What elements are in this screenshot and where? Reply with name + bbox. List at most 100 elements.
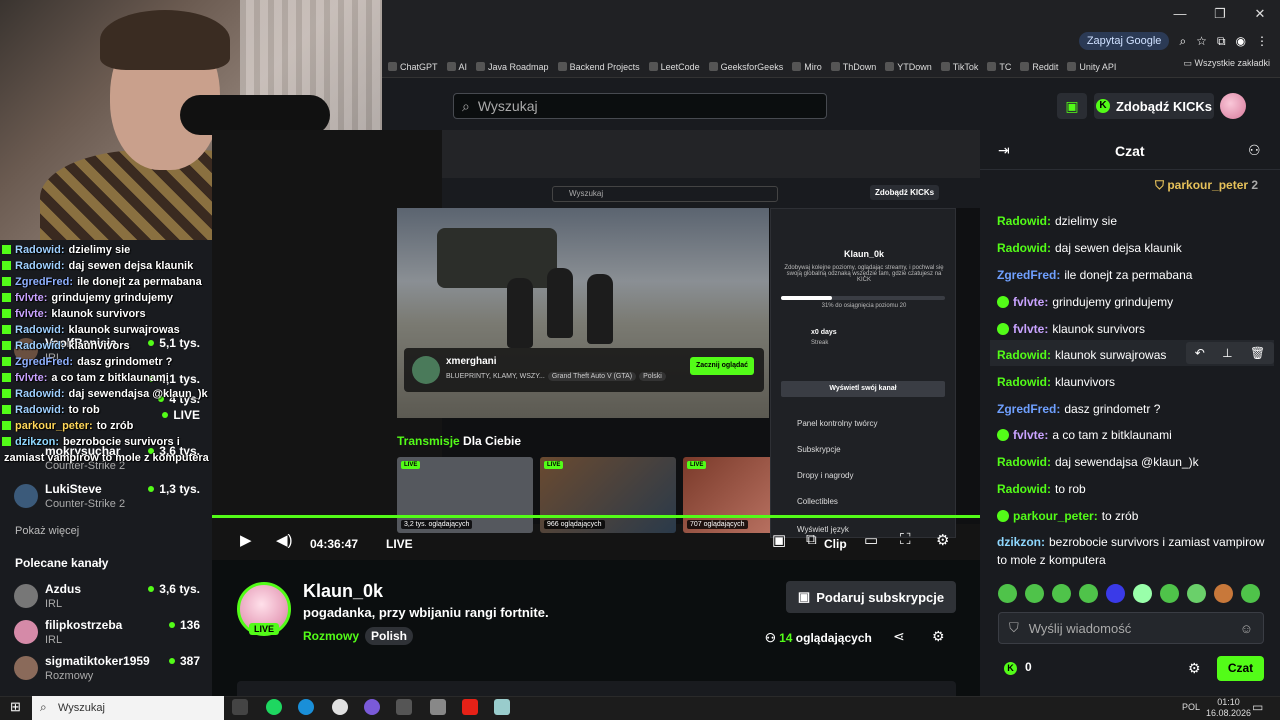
app-icon[interactable] <box>364 699 380 715</box>
app-icon[interactable] <box>494 699 510 715</box>
chat-username[interactable]: ZgredFred: <box>997 402 1060 416</box>
pip-icon[interactable]: ▣ <box>772 531 786 549</box>
channel-points[interactable]: K0 <box>1004 660 1032 675</box>
emote-icon[interactable] <box>1079 584 1098 603</box>
chat-username[interactable]: Radowid: <box>997 375 1051 389</box>
bookmark-item[interactable]: GeeksforGeeks <box>708 61 783 72</box>
reply-icon[interactable]: ↶ <box>1195 342 1205 364</box>
app-icon[interactable] <box>430 699 446 715</box>
chat-message[interactable]: fvlvte: grindujemy grindujemy <box>997 293 1267 311</box>
bookmark-item[interactable]: Backend Projects <box>557 61 640 72</box>
emote-icon[interactable] <box>1025 584 1044 603</box>
clock[interactable]: 01:10 16.08.2026 <box>1206 697 1251 719</box>
clip-icon[interactable]: ⧉ <box>806 531 817 548</box>
notification-icon[interactable]: ▭ <box>1252 700 1263 714</box>
recommended-channel[interactable]: filipkostrzeba IRL 136 <box>14 616 204 652</box>
emote-icon[interactable] <box>998 584 1017 603</box>
get-kicks-button[interactable]: K Zdobądź KICKs <box>1094 93 1214 119</box>
bookmark-item[interactable]: Miro <box>792 61 822 72</box>
windows-start-icon[interactable]: ⊞ <box>10 699 21 715</box>
chat-username[interactable]: Radowid: <box>997 348 1051 362</box>
close-window-button[interactable]: ✕ <box>1240 0 1280 28</box>
all-bookmarks-button[interactable]: ▭ Wszystkie zakładki <box>1183 58 1270 69</box>
channel-name[interactable]: Klaun_0k <box>303 581 383 602</box>
chat-username[interactable]: Radowid: <box>997 241 1051 255</box>
bookmark-star-icon[interactable]: ☆ <box>1196 34 1207 48</box>
google-lens-button[interactable]: Zapytaj Google <box>1078 32 1170 50</box>
bookmark-item[interactable]: ThDown <box>830 61 876 72</box>
chat-message[interactable]: fvlvte: a co tam z bitklaunami <box>997 426 1267 444</box>
app-icon[interactable] <box>396 699 412 715</box>
chat-message[interactable]: fvlvte: klaunok survivors <box>997 320 1267 338</box>
show-more-link[interactable]: Pokaż więcej <box>15 525 79 537</box>
chat-username[interactable]: fvlvte: <box>1013 295 1048 309</box>
recommended-channel[interactable]: sigmatiktoker1959 Rozmowy 387 <box>14 652 204 688</box>
bookmark-item[interactable]: Unity API <box>1067 61 1116 72</box>
clip-button[interactable]: Clip <box>824 537 847 551</box>
chat-username[interactable]: Radowid: <box>997 214 1051 228</box>
emote-icon[interactable] <box>1133 584 1152 603</box>
bookmark-item[interactable]: TC <box>987 61 1011 72</box>
emote-icon[interactable] <box>1052 584 1071 603</box>
taskbar-search[interactable]: Wyszukaj <box>32 696 224 720</box>
video-progress[interactable] <box>212 515 980 518</box>
emote-icon[interactable] <box>1187 584 1206 603</box>
live-indicator[interactable]: LIVE <box>386 537 413 551</box>
youtube-icon[interactable] <box>462 699 478 715</box>
chat-message[interactable]: Radowid: klaunvivors <box>997 373 1267 391</box>
chat-settings-icon[interactable]: ⚙ <box>1188 660 1201 677</box>
avatar[interactable] <box>1220 93 1246 119</box>
menu-icon[interactable]: ⋮ <box>1256 34 1268 48</box>
chat-input[interactable]: ⛉ Wyślij wiadomość ☺ <box>998 612 1264 644</box>
send-chat-button[interactable]: Czat <box>1217 656 1264 681</box>
chat-username[interactable]: Radowid: <box>997 455 1051 469</box>
bookmark-item[interactable]: YTDown <box>885 61 932 72</box>
emote-icon[interactable] <box>1106 584 1125 603</box>
sidebar-channel[interactable]: LukiSteve Counter-Strike 2 1,3 tys. <box>14 480 204 516</box>
emoji-icon[interactable]: ☺ <box>1240 621 1253 636</box>
bookmark-item[interactable]: TikTok <box>940 61 978 72</box>
language-indicator[interactable]: POL <box>1182 702 1200 712</box>
bookmark-item[interactable]: ChatGPT <box>388 61 438 72</box>
chat-username[interactable]: fvlvte: <box>1013 428 1048 442</box>
bookmark-item[interactable]: Reddit <box>1020 61 1058 72</box>
language-tag[interactable]: Polish <box>365 627 414 645</box>
collapse-chat-icon[interactable]: ⇥ <box>998 142 1010 159</box>
extensions-icon[interactable]: ⧉ <box>1217 34 1226 49</box>
theater-icon[interactable]: ▭ <box>864 531 878 549</box>
chat-users-icon[interactable]: ⚇ <box>1248 142 1261 159</box>
category-link[interactable]: Rozmowy <box>303 629 359 643</box>
emote-icon[interactable] <box>1241 584 1260 603</box>
settings-icon[interactable]: ⚙ <box>936 531 949 549</box>
maximize-button[interactable]: ❐ <box>1200 0 1240 28</box>
chat-message[interactable]: Radowid: daj sewen dejsa klaunik <box>997 239 1267 257</box>
chat-message[interactable]: Radowid: dzielimy sie <box>997 212 1267 230</box>
profile-icon[interactable]: ◉ <box>1236 34 1246 48</box>
chat-message[interactable]: Radowid: daj sewendajsa @klaun_)k <box>997 453 1267 471</box>
gift-button[interactable]: ▣ <box>1057 93 1087 119</box>
volume-icon[interactable]: ◀) <box>276 531 293 549</box>
chat-message[interactable]: ZgredFred: ile donejt za permabana <box>997 266 1267 284</box>
chat-message[interactable]: dzikzon: bezrobocie survivors i zamiast v… <box>997 533 1267 569</box>
bookmark-item[interactable]: LeetCode <box>648 61 700 72</box>
chat-username[interactable]: Radowid: <box>997 482 1051 496</box>
emote-icon[interactable] <box>1214 584 1233 603</box>
recommended-channel[interactable]: Azdus IRL 3,6 tys. <box>14 580 204 616</box>
chat-username[interactable]: fvlvte: <box>1013 322 1048 336</box>
minimize-button[interactable]: — <box>1160 0 1200 28</box>
chat-message[interactable]: ZgredFred: dasz grindometr ? <box>997 400 1267 418</box>
pinned-gifter[interactable]: ⛉ parkour_peter 2 <box>1155 178 1258 193</box>
pin-icon[interactable]: ⊥ <box>1222 342 1232 364</box>
task-view-icon[interactable] <box>232 699 248 715</box>
chrome-icon[interactable] <box>332 699 348 715</box>
zoom-icon[interactable]: ⌕ <box>1179 34 1186 49</box>
fullscreen-icon[interactable]: ⛶ <box>900 531 911 548</box>
share-icon[interactable]: ⋖ <box>893 628 905 645</box>
chat-message[interactable]: parkour_peter: to zrób <box>997 507 1267 525</box>
chat-username[interactable]: ZgredFred: <box>997 268 1060 282</box>
bookmark-item[interactable]: AI <box>446 61 467 72</box>
chat-username[interactable]: dzikzon: <box>997 535 1045 549</box>
chat-username[interactable]: parkour_peter: <box>1013 509 1098 523</box>
stream-settings-icon[interactable]: ⚙ <box>932 628 945 645</box>
gift-subs-button[interactable]: ▣ Podaruj subskrypcje <box>786 581 956 613</box>
